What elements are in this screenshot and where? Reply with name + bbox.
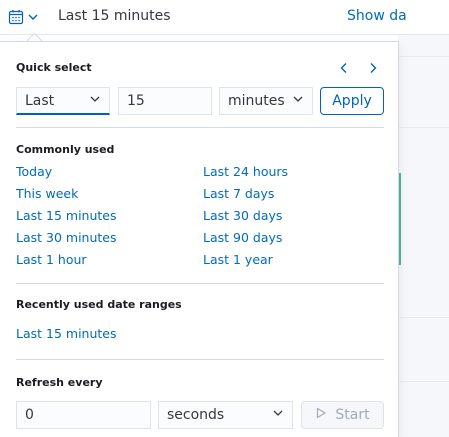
commonly-used-last-30-days[interactable]: Last 30 days [203,208,282,223]
background-row-divider [398,381,449,382]
refresh-every-title: Refresh every [16,376,103,389]
commonly-used-last-24-hours[interactable]: Last 24 hours [203,164,288,179]
previous-range-button[interactable] [334,58,354,78]
recently-used-title: Recently used date ranges [16,298,182,311]
apply-button[interactable]: Apply [320,87,384,115]
direction-value: Last [25,92,55,109]
background-panel [398,35,449,437]
commonly-used-last-1-hour[interactable]: Last 1 hour [16,252,87,267]
commonly-used-title: Commonly used [16,143,115,156]
section-divider [16,283,384,284]
refresh-interval-value: 0 [25,407,34,423]
commonly-used-last-90-days[interactable]: Last 90 days [203,230,282,245]
commonly-used-last-30-minutes[interactable]: Last 30 minutes [16,230,117,245]
section-divider [16,127,384,128]
section-divider [16,359,384,360]
chevron-down-icon [272,407,284,423]
recently-used-item[interactable]: Last 15 minutes [16,326,117,341]
background-row-divider [398,127,449,128]
play-icon [315,407,327,423]
chevron-right-icon [367,59,379,78]
quick-select-unit-select[interactable]: minutes [219,87,313,115]
date-picker-toggle-button[interactable] [3,3,43,31]
commonly-used-last-15-minutes[interactable]: Last 15 minutes [16,208,117,223]
commonly-used-last-1-year[interactable]: Last 1 year [203,252,273,267]
background-row-divider [398,56,449,57]
quick-select-title: Quick select [16,61,92,74]
chevron-down-icon [292,93,304,109]
commonly-used-last-7-days[interactable]: Last 7 days [203,186,274,201]
refresh-interval-input[interactable]: 0 [16,401,151,429]
chevron-down-icon [27,11,39,23]
start-label: Start [335,407,370,423]
refresh-unit-select[interactable]: seconds [158,401,293,429]
amount-value: 15 [127,93,145,109]
start-refresh-button[interactable]: Start [301,401,384,429]
current-range-label[interactable]: Last 15 minutes [58,8,171,24]
commonly-used-today[interactable]: Today [16,164,52,179]
background-row-divider [398,317,449,318]
quick-select-amount-input[interactable]: 15 [118,87,212,115]
chevron-down-icon [89,93,101,109]
show-dates-link[interactable]: Show da [347,8,407,24]
chevron-left-icon [338,59,350,78]
quick-select-direction-select[interactable]: Last [16,87,110,115]
date-picker-screen: Last 15 minutes Show da Quick select Las… [0,0,449,437]
unit-value: minutes [228,93,285,109]
refresh-unit-value: seconds [167,407,225,423]
next-range-button[interactable] [363,58,383,78]
date-picker-bar: Last 15 minutes Show da [0,0,449,35]
commonly-used-this-week[interactable]: This week [16,186,78,201]
calendar-icon [8,9,24,25]
